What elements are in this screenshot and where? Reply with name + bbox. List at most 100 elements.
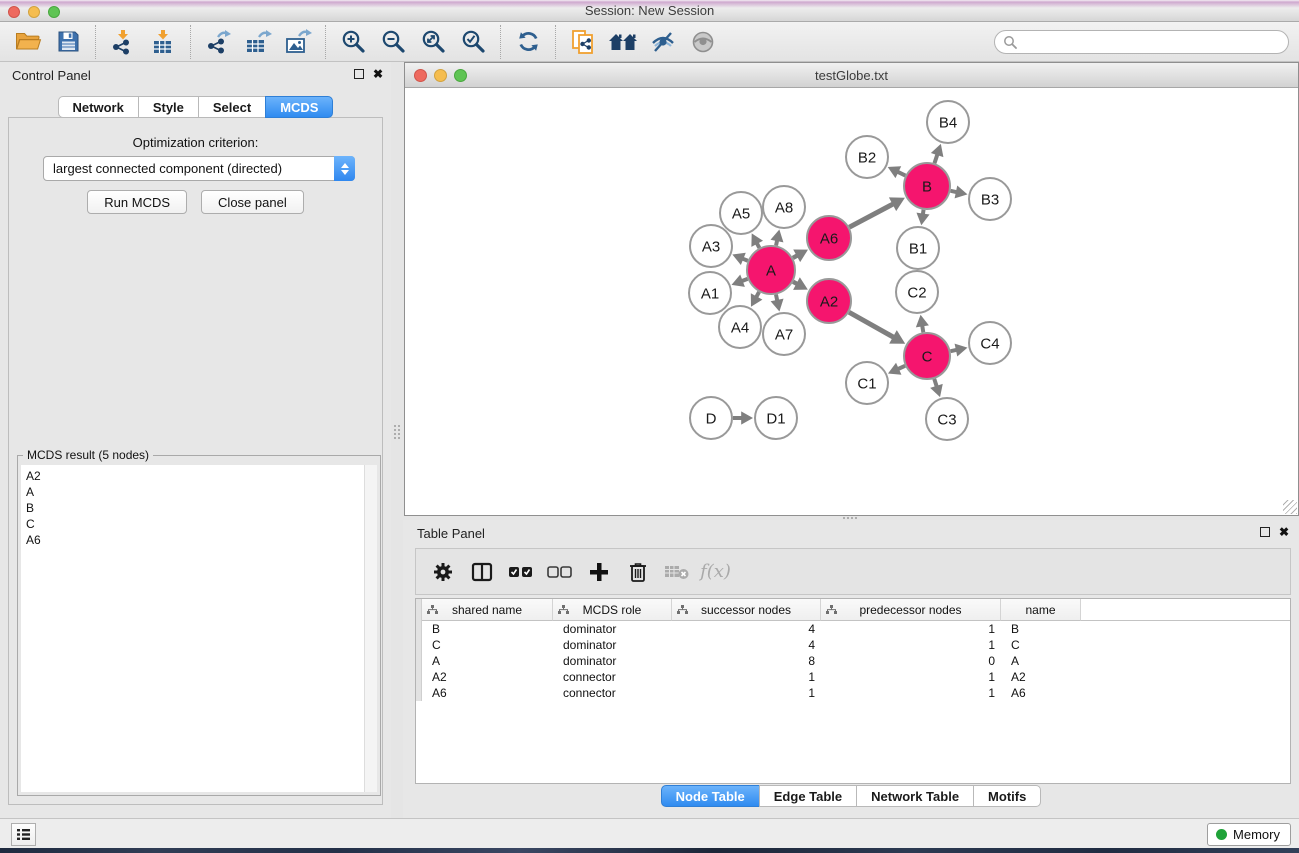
table-cell: dominator [553, 637, 672, 653]
column-header-MCDS-role[interactable]: MCDS role [553, 599, 672, 621]
mcds-result-item[interactable]: C [26, 516, 364, 532]
table-cell: 1 [821, 685, 1001, 701]
column-header-name[interactable]: name [1001, 599, 1081, 621]
table-header-row: shared nameMCDS rolesuccessor nodesprede… [416, 599, 1290, 621]
vertical-splitter-grip[interactable] [393, 424, 401, 440]
table-toolbar: f(x) [415, 548, 1291, 595]
add-column-icon[interactable] [582, 554, 615, 590]
graph-edge[interactable] [922, 325, 923, 332]
clone-network-icon[interactable] [563, 24, 603, 60]
table-cell: A [1001, 653, 1081, 669]
table-panel-title: Table Panel [417, 526, 485, 541]
mcds-result-item[interactable]: A [26, 484, 364, 500]
close-panel-icon[interactable]: ✖ [1279, 527, 1289, 537]
table-row[interactable]: Bdominator41B [416, 621, 1290, 637]
table-cell: A2 [1001, 669, 1081, 685]
scrollbar-track[interactable] [364, 465, 377, 792]
delete-table-icon[interactable] [660, 554, 693, 590]
graph-node-label: A2 [820, 293, 838, 310]
toolbar-separator [95, 25, 96, 59]
table-row[interactable]: Cdominator41C [416, 637, 1290, 653]
mcds-result-item[interactable]: A2 [26, 468, 364, 484]
window-titlebar: Session: New Session [0, 0, 1299, 22]
graph-edge[interactable] [934, 154, 937, 163]
home-icon[interactable] [603, 24, 643, 60]
mcds-result-group: MCDS result (5 nodes) A2ABCA6 [17, 455, 381, 796]
graph-edge[interactable] [849, 312, 894, 337]
select-all-columns-icon[interactable] [504, 554, 537, 590]
graph-node-label: D1 [766, 410, 785, 427]
memory-button[interactable]: Memory [1207, 823, 1291, 846]
table-cell: connector [553, 685, 672, 701]
zoom-in-icon[interactable] [333, 24, 373, 60]
import-network-icon[interactable] [103, 24, 143, 60]
table-row[interactable]: Adominator80A [416, 653, 1290, 669]
tab-motifs[interactable]: Motifs [973, 785, 1041, 807]
close-panel-button[interactable]: Close panel [201, 190, 304, 214]
mcds-result-item[interactable]: A6 [26, 532, 364, 548]
table-row[interactable]: A6connector11A6 [416, 685, 1290, 701]
hide-graphics-details-icon[interactable] [643, 24, 683, 60]
zoom-out-icon[interactable] [373, 24, 413, 60]
function-builder-icon[interactable]: f(x) [699, 554, 732, 590]
graph-node-label: A7 [775, 326, 793, 343]
node-table: shared nameMCDS rolesuccessor nodesprede… [415, 598, 1291, 784]
settings-gear-icon[interactable] [426, 554, 459, 590]
zoom-selected-icon[interactable] [453, 24, 493, 60]
resize-grip-icon[interactable] [1283, 500, 1297, 514]
main-toolbar [0, 22, 1299, 62]
table-cell: A [422, 653, 553, 669]
column-header-label: name [1025, 603, 1055, 617]
table-cell: A6 [422, 685, 553, 701]
save-session-icon[interactable] [48, 24, 88, 60]
search-input[interactable] [1022, 35, 1280, 49]
refresh-icon[interactable] [508, 24, 548, 60]
export-image-icon[interactable] [278, 24, 318, 60]
tab-edge-table[interactable]: Edge Table [759, 785, 857, 807]
mcds-result-title: MCDS result (5 nodes) [23, 448, 153, 462]
table-cell: 4 [672, 637, 821, 653]
search-field[interactable] [994, 30, 1289, 54]
export-network-icon[interactable] [198, 24, 238, 60]
tab-style[interactable]: Style [138, 96, 199, 118]
column-header-predecessor-nodes[interactable]: predecessor nodes [821, 599, 1001, 621]
show-graphics-details-icon[interactable] [683, 24, 723, 60]
table-row[interactable]: A2connector11A2 [416, 669, 1290, 685]
criterion-select[interactable]: largest connected component (directed) [43, 156, 355, 181]
network-canvas[interactable]: AA6A2BCA1A3A4A5A7A8B1B2B3B4C1C2C3C4DD1 [405, 89, 1298, 515]
run-mcds-button[interactable]: Run MCDS [87, 190, 187, 214]
column-layout-icon[interactable] [465, 554, 498, 590]
graph-edge[interactable] [898, 366, 905, 369]
network-window-titlebar[interactable]: testGlobe.txt [405, 63, 1298, 88]
task-history-button[interactable] [11, 823, 36, 846]
close-panel-icon[interactable]: ✖ [373, 69, 383, 79]
graph-node-label: C2 [907, 284, 926, 301]
graph-edge[interactable] [849, 204, 893, 227]
export-table-icon[interactable] [238, 24, 278, 60]
float-panel-icon[interactable] [354, 69, 364, 79]
mcds-result-item[interactable]: B [26, 500, 364, 516]
import-table-icon[interactable] [143, 24, 183, 60]
float-panel-icon[interactable] [1260, 527, 1270, 537]
tab-network-table[interactable]: Network Table [856, 785, 974, 807]
graph-node-label: A1 [701, 285, 719, 302]
window-title: Session: New Session [0, 0, 1299, 22]
delete-column-icon[interactable] [621, 554, 654, 590]
graph-node-label: C3 [937, 411, 956, 428]
graph-node-label: B1 [909, 240, 927, 257]
desktop-wallpaper-strip [0, 848, 1299, 853]
tab-node-table[interactable]: Node Table [661, 785, 760, 807]
tab-network[interactable]: Network [58, 96, 139, 118]
deselect-all-columns-icon[interactable] [543, 554, 576, 590]
tab-select[interactable]: Select [198, 96, 266, 118]
graph-edge[interactable] [897, 172, 905, 176]
graph-edge[interactable] [934, 379, 937, 387]
column-header-shared-name[interactable]: shared name [422, 599, 553, 621]
search-icon [1003, 35, 1017, 49]
tab-mcds[interactable]: MCDS [265, 96, 333, 118]
column-header-successor-nodes[interactable]: successor nodes [672, 599, 821, 621]
open-session-icon[interactable] [8, 24, 48, 60]
mcds-result-list[interactable]: A2ABCA6 [21, 465, 364, 792]
zoom-fit-icon[interactable] [413, 24, 453, 60]
graph-node-label: B2 [858, 149, 876, 166]
